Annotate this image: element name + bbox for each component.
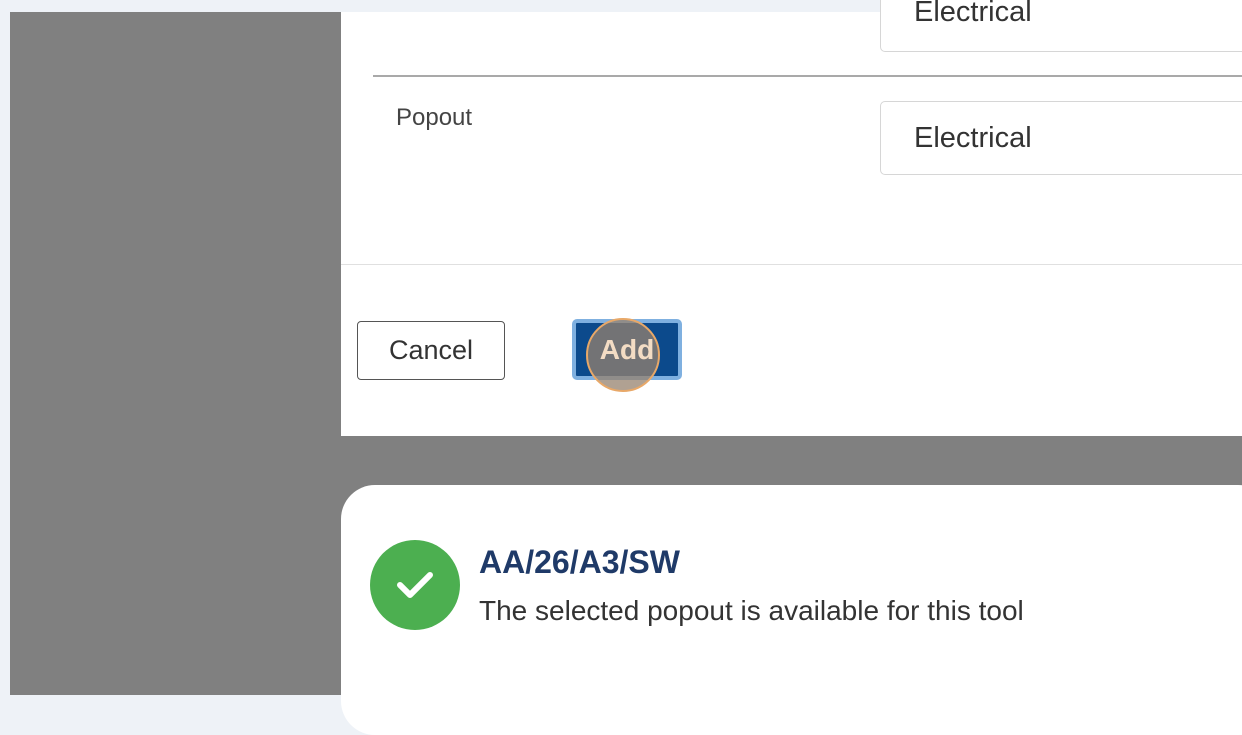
previous-type-select[interactable]: Electrical [880, 0, 1242, 52]
popout-select[interactable]: Electrical [880, 101, 1242, 175]
add-button[interactable]: Add [572, 319, 682, 380]
cancel-button[interactable]: Cancel [357, 321, 505, 380]
row-divider [373, 75, 1242, 77]
popout-label: Popout [396, 104, 473, 131]
add-popout-dialog: Electrical Popout Electrical Cancel Add … [341, 0, 1242, 436]
footer-divider [341, 264, 1242, 265]
success-toast: AA/26/A3/SW The selected popout is avail… [341, 485, 1242, 735]
toast-title: AA/26/A3/SW [479, 544, 680, 580]
toast-message: The selected popout is available for thi… [479, 595, 1024, 626]
check-icon [370, 540, 460, 630]
